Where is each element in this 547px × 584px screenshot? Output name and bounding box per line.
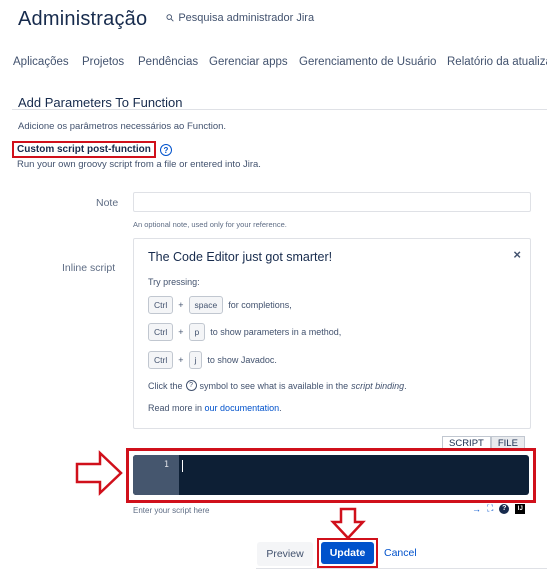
script-hint: Enter your script here bbox=[133, 506, 210, 515]
note-label: Note bbox=[96, 197, 119, 209]
annotation-arrow-down-icon bbox=[330, 507, 366, 540]
code-editor-tip-panel: The Code Editor just got smarter! × Try … bbox=[133, 238, 531, 429]
shortcut-desc: to show Javadoc. bbox=[207, 355, 277, 365]
admin-nav: Aplicações Projetos Pendências Gerenciar… bbox=[0, 54, 547, 74]
documentation-link[interactable]: our documentation bbox=[205, 403, 280, 413]
question-icon: ? bbox=[185, 380, 197, 391]
page-title: Administração bbox=[18, 8, 148, 30]
line-number: 1 bbox=[163, 460, 169, 470]
preview-button[interactable]: Preview bbox=[257, 542, 313, 566]
tip-try-text: Try pressing: bbox=[148, 277, 200, 287]
cancel-link[interactable]: Cancel bbox=[384, 547, 417, 559]
search-label: Pesquisa administrador Jira bbox=[178, 12, 315, 24]
expand-icon[interactable]: ⛶ bbox=[487, 503, 493, 514]
tab-projetos[interactable]: Projetos bbox=[82, 56, 124, 68]
admin-search[interactable]: ⚲ Pesquisa administrador Jira bbox=[164, 11, 315, 25]
tip-shortcut-row: Ctrl + j to show Javadoc. bbox=[148, 351, 277, 369]
tab-gerenciamento-usuario[interactable]: Gerenciamento de Usuário bbox=[299, 56, 436, 68]
tip-shortcut-row: Ctrl + p to show parameters in a method, bbox=[148, 323, 341, 341]
kbd-key: Ctrl bbox=[148, 323, 174, 341]
tab-gerenciar-apps[interactable]: Gerenciar apps bbox=[209, 56, 288, 68]
intellij-icon[interactable]: IJ bbox=[515, 503, 526, 514]
kbd-key: Ctrl bbox=[148, 296, 174, 314]
tip-title: The Code Editor just got smarter! bbox=[148, 250, 333, 264]
tab-aplicacoes[interactable]: Aplicações bbox=[13, 56, 69, 68]
shortcut-desc: to show parameters in a method, bbox=[210, 327, 342, 337]
section-title: Add Parameters To Function bbox=[18, 95, 183, 110]
help-icon[interactable]: ? bbox=[160, 144, 172, 156]
text-cursor bbox=[182, 460, 183, 472]
section-description: Adicione os parâmetros necessários ao Fu… bbox=[18, 121, 227, 132]
tip-read-more: Read more in our documentation. bbox=[148, 403, 282, 413]
annotation-arrow-right-icon bbox=[75, 450, 123, 496]
close-icon[interactable]: × bbox=[513, 247, 521, 262]
kbd-key: p bbox=[188, 323, 206, 341]
search-icon: ⚲ bbox=[164, 11, 178, 25]
kbd-key: Ctrl bbox=[148, 351, 174, 369]
arrow-right-icon[interactable]: → bbox=[472, 504, 481, 514]
top-bar: Administração ⚲ Pesquisa administrador J… bbox=[0, 0, 547, 46]
footer-divider bbox=[256, 568, 547, 569]
note-help-text: An optional note, used only for your ref… bbox=[133, 220, 287, 229]
line-gutter: 1 bbox=[133, 455, 179, 495]
update-button[interactable]: Update bbox=[321, 542, 374, 564]
code-editor[interactable]: 1 bbox=[133, 455, 529, 495]
help-circle-icon[interactable]: ? bbox=[499, 503, 510, 514]
tab-relatorio[interactable]: Relatório da atualiza bbox=[447, 56, 547, 68]
function-description: Run your own groovy script from a file o… bbox=[17, 159, 261, 170]
tab-pendencias[interactable]: Pendências bbox=[138, 56, 198, 68]
note-input[interactable] bbox=[133, 192, 531, 212]
inline-script-label: Inline script bbox=[62, 262, 116, 274]
function-label: Custom script post-function bbox=[17, 144, 151, 155]
shortcut-desc: for completions, bbox=[228, 300, 292, 310]
divider bbox=[12, 109, 547, 110]
tip-shortcut-row: Ctrl + space for completions, bbox=[148, 296, 292, 314]
tip-binding-text: Click the ? symbol to see what is availa… bbox=[148, 380, 407, 391]
editor-toolbar: → ⛶ ? IJ bbox=[466, 503, 526, 514]
kbd-key: space bbox=[188, 296, 224, 314]
kbd-key: j bbox=[188, 351, 203, 369]
